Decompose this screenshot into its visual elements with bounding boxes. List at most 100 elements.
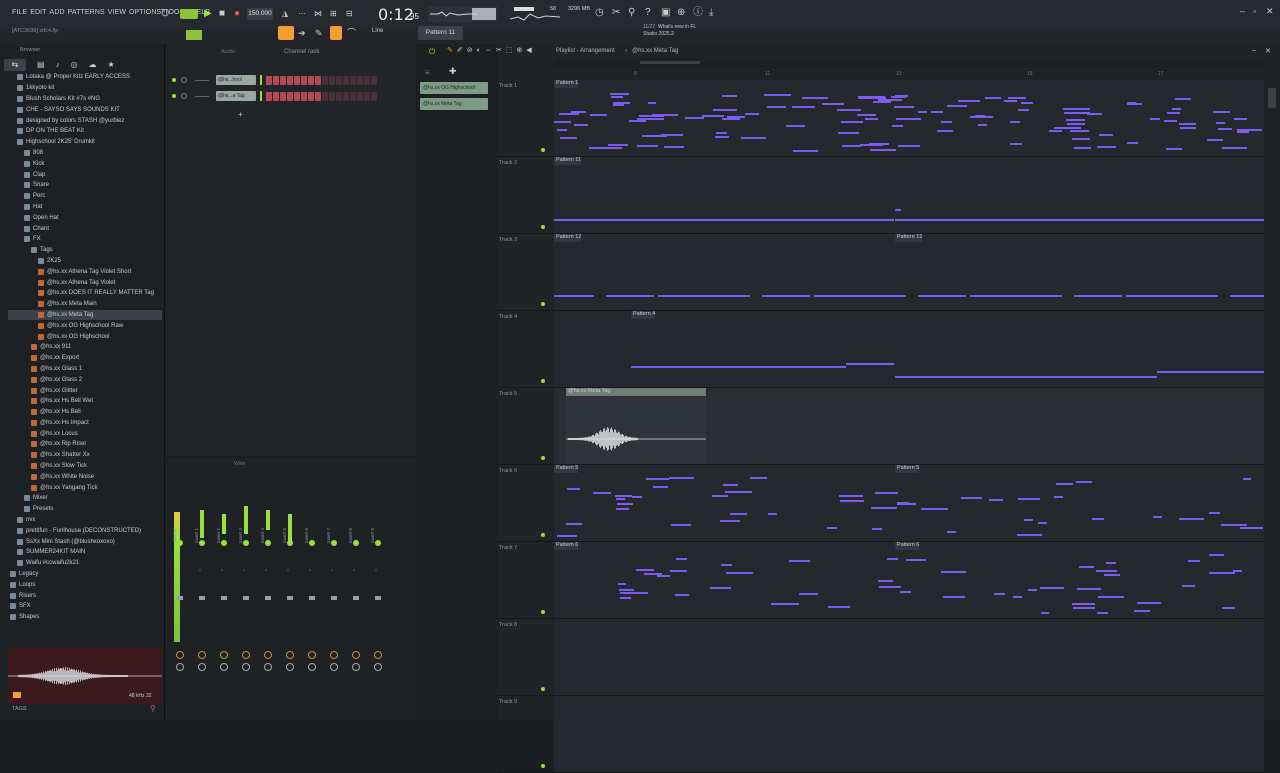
clip-label[interactable]: Pattern 6 — [554, 542, 579, 550]
mixer-track[interactable]: Insert 8 ◦ — [346, 476, 366, 712]
step-button[interactable] — [266, 91, 272, 101]
browser-file[interactable]: @hs.xx Glass 2 — [8, 374, 162, 385]
help-icon[interactable]: ? — [645, 8, 651, 18]
browser-folder[interactable]: 2K25 — [8, 256, 162, 267]
browser-folder[interactable]: Hat — [8, 202, 162, 213]
step-button[interactable] — [371, 75, 377, 85]
channel-row[interactable]: @hs...a Tag — [172, 88, 412, 104]
draw-tool-icon[interactable]: ✎ — [447, 46, 453, 56]
browser-search-icon[interactable]: ⚲ — [150, 704, 156, 713]
track-mute-led[interactable] — [541, 533, 545, 537]
menu-view[interactable]: VIEW — [108, 9, 126, 16]
step-edit-icon[interactable]: ⊟ — [346, 9, 353, 19]
browser-file[interactable]: @hs.xx Yangang Tick — [8, 482, 162, 493]
step-button[interactable] — [301, 75, 307, 85]
menu-patterns[interactable]: PATTERNS — [68, 9, 105, 16]
channel-pan-knob[interactable] — [181, 93, 187, 99]
browser-file[interactable]: @hs.xx Athena Tag Violet — [8, 277, 162, 288]
preview-play-button[interactable] — [13, 692, 21, 698]
clip-label[interactable]: Pattern 4 — [631, 311, 656, 319]
browser-folder[interactable]: SFX — [8, 601, 162, 612]
step-button[interactable] — [350, 75, 356, 85]
track-header[interactable]: Track 8 — [497, 619, 553, 696]
hint-title[interactable]: What's new in FL — [658, 24, 696, 30]
mixer-stereo-knob[interactable] — [198, 663, 206, 671]
select-tool-icon[interactable]: ⬚ — [506, 46, 513, 56]
play-icon[interactable]: ▶ — [204, 9, 212, 19]
mixer-send-knob[interactable] — [220, 651, 228, 659]
mixer-mute-button[interactable] — [287, 540, 293, 546]
browser-folder[interactable]: Legacy — [8, 569, 162, 580]
clock-icon[interactable]: ◷ — [595, 8, 604, 18]
step-button[interactable] — [329, 91, 335, 101]
browser-file[interactable]: @hs.xx Athena Tag Violet Short — [8, 266, 162, 277]
mixer-stereo-knob[interactable] — [374, 663, 382, 671]
record-icon[interactable]: ● — [234, 9, 240, 19]
mixer-track[interactable]: Insert 6 ◦ — [302, 476, 322, 712]
slice-tool-icon[interactable]: ✂ — [496, 46, 502, 56]
mixer-mute-button[interactable] — [353, 540, 359, 546]
mixer-stereo-knob[interactable] — [220, 663, 228, 671]
channel-row[interactable]: @hs...hool — [172, 72, 412, 88]
browser-file[interactable]: @hs.xx Glass 1 — [8, 364, 162, 375]
mixer-fader[interactable] — [199, 596, 205, 600]
mixer-track[interactable]: Insert 4 ◦ — [258, 476, 278, 712]
overview-scroll[interactable] — [554, 58, 1264, 68]
menu-file[interactable]: FILE — [12, 9, 27, 16]
mixer-pan-knob[interactable]: ◦ — [199, 568, 201, 574]
browser-folder[interactable]: Waifu #ccwaifu2k21 — [8, 558, 162, 569]
step-button[interactable] — [287, 75, 293, 85]
mixer-send-knob[interactable] — [176, 651, 184, 659]
browser-file[interactable]: @hs.xx Meta Main — [8, 299, 162, 310]
mixer-mute-button[interactable] — [243, 540, 249, 546]
browser-folder[interactable]: Tags — [8, 245, 162, 256]
browser-folder[interactable]: Clap — [8, 169, 162, 180]
browser-file[interactable]: @hs.xx OG Highschool — [8, 331, 162, 342]
step-button[interactable] — [294, 75, 300, 85]
mixer-mute-button[interactable] — [177, 540, 183, 546]
step-button[interactable] — [294, 91, 300, 101]
mixer-stereo-knob[interactable] — [286, 663, 294, 671]
playlist-menu-icon[interactable]: ⏻ — [429, 47, 435, 57]
step-button[interactable] — [308, 75, 314, 85]
browser-file[interactable]: @hs.xx Rip Riser — [8, 439, 162, 450]
browser-file[interactable]: @hs.xx White Noise — [8, 471, 162, 482]
mixer-pan-knob[interactable]: ◦ — [287, 568, 289, 574]
browser-file[interactable]: @hs.xx DOES IT REALLY MATTER Tag — [8, 288, 162, 299]
track-mute-led[interactable] — [541, 764, 545, 768]
mixer-pan-knob[interactable]: ◦ — [353, 568, 355, 574]
track-header[interactable]: Track 9 — [497, 696, 553, 773]
mixer-mute-button[interactable] — [309, 540, 315, 546]
step-button[interactable] — [301, 91, 307, 101]
pattern-selector[interactable]: Pattern 11 — [418, 26, 463, 40]
mixer-pan-knob[interactable]: ◦ — [265, 568, 267, 574]
mixer-stereo-knob[interactable] — [176, 663, 184, 671]
mixer-send-knob[interactable] — [352, 651, 360, 659]
track-lane[interactable]: Pattern 5 Pattern 5 — [554, 465, 1264, 542]
browser-file[interactable]: @hs.xx OG Highschool Raw — [8, 320, 162, 331]
mixer-fader[interactable] — [265, 596, 271, 600]
track-lane[interactable] — [554, 696, 1264, 773]
playback-tool-icon[interactable]: ◀ — [526, 46, 531, 56]
channel-select-indicator[interactable] — [260, 75, 262, 85]
mixer-send-knob[interactable] — [374, 651, 382, 659]
mixer-stereo-knob[interactable] — [330, 663, 338, 671]
countdown-icon[interactable]: ⋯ — [298, 9, 306, 19]
browser-file[interactable]: @hs.xx Meta Tag — [8, 309, 162, 321]
track-mute-led[interactable] — [541, 302, 545, 306]
paint-tool-button[interactable] — [330, 26, 342, 40]
mixer-track[interactable]: Insert 5 ◦ — [280, 476, 300, 712]
mixer-fader[interactable] — [309, 596, 315, 600]
mixer-mute-button[interactable] — [265, 540, 271, 546]
mixer-pan-knob[interactable]: ◦ — [375, 568, 377, 574]
playlist-scroll-thumb[interactable] — [1268, 88, 1276, 108]
mixer-send-knob[interactable] — [286, 651, 294, 659]
mixer-track[interactable]: Insert 9 ◦ — [368, 476, 388, 712]
browser-folder[interactable]: SUMMER24KIT MAIN — [8, 547, 162, 558]
step-button[interactable] — [336, 91, 342, 101]
step-button[interactable] — [336, 75, 342, 85]
paint-tool-icon[interactable]: ✐ — [457, 46, 463, 56]
mixer-pan-knob[interactable]: ◦ — [221, 568, 223, 574]
step-button[interactable] — [315, 75, 321, 85]
cut-icon[interactable]: ✂ — [612, 8, 620, 18]
